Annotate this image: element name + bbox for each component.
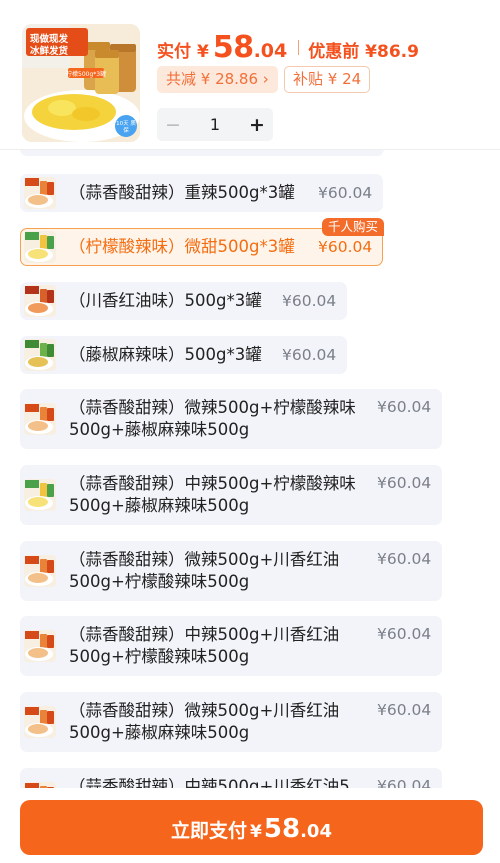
order-summary-header: 现做现发 冰鲜发货 柠檬500g*3罐 10天 质保 实付 ¥ 58 .04 优… bbox=[0, 0, 500, 150]
option-label: （柠檬酸辣味）微甜500g*3罐 bbox=[69, 237, 295, 256]
currency-symbol: ¥ bbox=[197, 42, 209, 62]
option-price: ¥60.04 bbox=[377, 701, 432, 719]
pay-now-decimal: .04 bbox=[300, 821, 332, 842]
spec-option[interactable]: （蒜香酸甜辣）微辣500g+川香红油500g+藤椒麻辣味500g ¥60.04 bbox=[20, 692, 442, 752]
option-thumbnail bbox=[24, 706, 56, 738]
spec-option[interactable]: （蒜香酸甜辣）中辣500g+柠檬酸辣味500g+藤椒麻辣味500g ¥60.04 bbox=[20, 465, 442, 525]
product-image-badge: 10天 质保 bbox=[116, 121, 136, 134]
spec-option[interactable]: （蒜香酸甜辣）微辣500g+柠檬酸辣味500g+藤椒麻辣味500g ¥60.04 bbox=[20, 389, 442, 449]
product-image-text: 冰鲜发货 bbox=[30, 46, 69, 57]
option-partial-top bbox=[20, 150, 384, 156]
popular-badge: 千人购买 bbox=[321, 218, 384, 236]
spec-option[interactable]: （蒜香酸甜辣）中辣500g+川香红油500g+柠檬酸辣味500g ¥60.04 bbox=[20, 616, 442, 676]
spec-option[interactable]: （藤椒麻辣味）500g*3罐 ¥60.04 bbox=[20, 336, 347, 374]
spec-option[interactable]: （川香红油味）500g*3罐 ¥60.04 bbox=[20, 282, 347, 320]
actual-payment-integer: 58 bbox=[212, 30, 254, 65]
option-thumbnail bbox=[24, 285, 56, 317]
option-price: ¥60.04 bbox=[318, 238, 373, 256]
discount-total-tag[interactable]: 共减 ¥ 28.86 › bbox=[157, 66, 278, 93]
quantity-stepper: − 1 + bbox=[157, 108, 273, 141]
currency-symbol: ¥ bbox=[250, 822, 262, 842]
option-thumbnail bbox=[24, 177, 56, 209]
actual-payment-label: 实付 bbox=[157, 42, 191, 62]
quantity-value[interactable]: 1 bbox=[189, 115, 241, 134]
pay-now-button[interactable]: 立即支付 ¥ 58 .04 bbox=[20, 800, 483, 855]
option-label: （蒜香酸甜辣）中辣500g+柠檬酸辣味500g+藤椒麻辣味500g bbox=[69, 474, 356, 515]
option-price: ¥60.04 bbox=[282, 346, 337, 364]
actual-payment: 实付 ¥ 58 .04 优惠前 ¥86.9 bbox=[157, 30, 419, 65]
pay-now-integer: 58 bbox=[263, 814, 301, 844]
option-thumbnail bbox=[24, 231, 56, 263]
pay-now-label: 立即支付 bbox=[171, 820, 248, 842]
option-thumbnail bbox=[24, 630, 56, 662]
spec-option-list: （蒜香酸甜辣）重辣500g*3罐 ¥60.04 （柠檬酸辣味）微甜500g*3罐 ¥6… bbox=[0, 150, 500, 863]
option-label: （蒜香酸甜辣）微辣500g+柠檬酸辣味500g+藤椒麻辣味500g bbox=[69, 398, 356, 439]
decrement-button[interactable]: − bbox=[157, 114, 189, 136]
spec-option[interactable]: （蒜香酸甜辣）微辣500g+川香红油500g+柠檬酸辣味500g ¥60.04 bbox=[20, 541, 442, 601]
option-label: （蒜香酸甜辣）微辣500g+川香红油500g+藤椒麻辣味500g bbox=[69, 701, 340, 742]
option-price: ¥60.04 bbox=[377, 625, 432, 643]
option-label: （蒜香酸甜辣）微辣500g+川香红油500g+柠檬酸辣味500g bbox=[69, 550, 340, 591]
actual-payment-decimal: .04 bbox=[253, 40, 288, 62]
spec-option[interactable]: （蒜香酸甜辣）重辣500g*3罐 ¥60.04 bbox=[20, 174, 383, 212]
option-price: ¥60.04 bbox=[377, 398, 432, 416]
option-thumbnail bbox=[24, 555, 56, 587]
option-price: ¥60.04 bbox=[318, 184, 373, 202]
option-label: （川香红油味）500g*3罐 bbox=[69, 291, 262, 310]
option-thumbnail bbox=[24, 479, 56, 511]
option-price: ¥60.04 bbox=[377, 550, 432, 568]
product-image-jar-label: 柠檬500g*3罐 bbox=[66, 71, 107, 78]
spec-option[interactable]: （柠檬酸辣味）微甜500g*3罐 ¥60.04 千人购买 bbox=[20, 218, 384, 266]
option-label: （藤椒麻辣味）500g*3罐 bbox=[69, 345, 262, 364]
option-thumbnail bbox=[24, 339, 56, 371]
option-thumbnail bbox=[24, 403, 56, 435]
option-label: （蒜香酸甜辣）中辣500g+川香红油500g+柠檬酸辣味500g bbox=[69, 625, 340, 666]
original-price: 优惠前 ¥86.9 bbox=[308, 42, 419, 62]
product-image[interactable]: 现做现发 冰鲜发货 柠檬500g*3罐 10天 质保 bbox=[22, 24, 140, 142]
divider bbox=[298, 40, 300, 55]
option-price: ¥60.04 bbox=[377, 474, 432, 492]
option-price: ¥60.04 bbox=[282, 292, 337, 310]
subsidy-tag: 补贴 ¥ 24 bbox=[284, 66, 371, 93]
increment-button[interactable]: + bbox=[241, 114, 273, 136]
option-label: （蒜香酸甜辣）重辣500g*3罐 bbox=[69, 183, 295, 202]
